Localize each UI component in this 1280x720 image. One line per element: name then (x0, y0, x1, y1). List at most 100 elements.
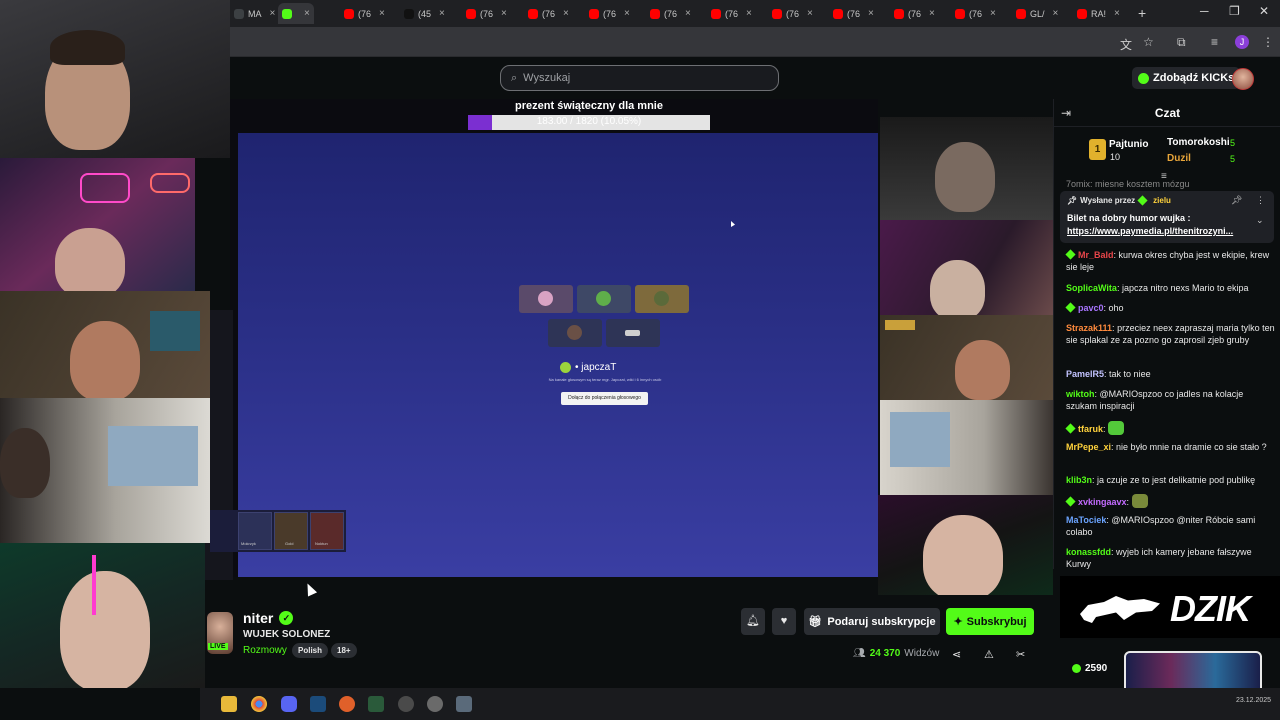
settings-gear-icon[interactable] (456, 696, 472, 712)
webcam-feed (878, 495, 1053, 595)
settings-icon[interactable] (427, 696, 443, 712)
share-icon[interactable]: ⋖ (952, 648, 961, 661)
chat-username[interactable]: wiktoh (1066, 389, 1095, 399)
browser-tab[interactable]: (76 × (829, 3, 878, 24)
notification-bell-button[interactable]: 🔔︎ (741, 608, 765, 635)
chat-username[interactable]: Strazak111 (1066, 323, 1112, 333)
close-tab-icon[interactable]: × (304, 8, 310, 19)
chat-message: PamelR5: tak to niee (1066, 369, 1151, 379)
close-tab-icon[interactable]: × (563, 8, 569, 19)
browser-tab[interactable]: (76 × (890, 3, 939, 24)
close-tab-icon[interactable]: × (685, 8, 691, 19)
browser-tab[interactable]: (76 × (585, 3, 634, 24)
close-tab-icon[interactable]: × (868, 8, 874, 19)
browser-tab[interactable]: MA × (230, 3, 279, 24)
gift-subscription-button[interactable]: 🎁︎ Podaruj subskrypcje (804, 608, 940, 635)
clip-icon[interactable]: ✂ (1016, 648, 1025, 661)
browser-tab[interactable]: (76 × (462, 3, 511, 24)
taskbar (200, 688, 1280, 720)
leaderboard-third-name[interactable]: Duzil (1167, 153, 1191, 164)
chat-message: wiktoh: @MARIOspzoo co jadles na kolacje… (1066, 389, 1244, 411)
extensions-icon[interactable]: ⧉ (1177, 35, 1186, 50)
close-tab-icon[interactable]: × (624, 8, 630, 19)
close-tab-icon[interactable]: × (990, 8, 996, 19)
channel-name[interactable]: niter ✓ (243, 610, 294, 626)
close-tab-icon[interactable]: × (270, 8, 276, 19)
browser-tab[interactable]: (76 × (524, 3, 573, 24)
browser-menu-icon[interactable]: ⋮ (1262, 35, 1274, 49)
more-options-icon[interactable]: ⋮ (1256, 195, 1265, 206)
media-control-icon[interactable]: ≡ (1211, 35, 1218, 49)
chrome-icon[interactable] (251, 696, 267, 712)
unpin-icon[interactable]: 📌︎ (1231, 195, 1242, 206)
chat-username[interactable]: SoplicaWita (1066, 283, 1117, 293)
subscribe-button[interactable]: ✦ Subskrybuj (946, 608, 1034, 635)
collapse-chat-icon[interactable]: ⇥ (1061, 106, 1071, 120)
pinned-link[interactable]: https://www.paymedia.pl/thenitrozyni... (1067, 226, 1267, 236)
close-window-icon[interactable]: ✕ (1259, 4, 1269, 18)
close-tab-icon[interactable]: × (929, 8, 935, 19)
new-tab-button[interactable]: + (1138, 5, 1146, 21)
close-tab-icon[interactable]: × (746, 8, 752, 19)
minimize-icon[interactable]: ─ (1200, 4, 1209, 18)
bell-icon: 🔔︎ (746, 615, 760, 627)
xbox-icon[interactable] (368, 696, 384, 712)
close-tab-icon[interactable]: × (379, 8, 385, 19)
chat-username[interactable]: MrPepe_xi (1066, 442, 1111, 452)
chat-username[interactable]: konassfdd (1066, 547, 1111, 557)
close-tab-icon[interactable]: × (1053, 8, 1059, 19)
close-tab-icon[interactable]: × (1114, 8, 1120, 19)
close-tab-icon[interactable]: × (501, 8, 507, 19)
follow-heart-button[interactable]: ♥ (772, 608, 796, 635)
pinned-message[interactable]: 📌︎ Wysłane przez zielu 📌︎ ⋮ ⌄ Bilet na d… (1060, 191, 1274, 243)
chat-username[interactable]: tfaruk (1078, 424, 1103, 434)
chat-username[interactable]: Mr_Bald (1078, 250, 1114, 260)
leaderboard-second-name[interactable]: Tomorokoshi (1167, 137, 1230, 148)
tab-label: (76 (542, 8, 556, 19)
leaderboard-first-name[interactable]: Pajtunio (1109, 139, 1148, 150)
browser-profile-avatar[interactable]: J (1235, 35, 1249, 49)
get-kicks-button[interactable]: Zdobądź KICKs (1132, 67, 1241, 89)
tab-label: RA! (1091, 8, 1107, 19)
obs-icon[interactable] (339, 696, 355, 712)
leaderboard-first-count: 10 (1110, 152, 1121, 162)
user-avatar[interactable] (1232, 68, 1254, 90)
browser-tab[interactable]: (76 × (340, 3, 389, 24)
search-input[interactable]: ⌕ Wyszukaj (500, 65, 779, 91)
tag-age-rating[interactable]: 18+ (331, 643, 357, 658)
participant-avatar (625, 330, 640, 336)
chat-username[interactable]: pavc0 (1078, 303, 1104, 313)
chat-message-text: ja czuje ze to jest delikatnie pod publi… (1097, 475, 1256, 485)
steam-icon[interactable] (310, 696, 326, 712)
chat-username[interactable]: PamelR5 (1066, 369, 1104, 379)
bookmark-star-icon[interactable]: ☆ (1143, 35, 1154, 49)
close-tab-icon[interactable]: × (439, 8, 445, 19)
report-icon[interactable]: ⚠ (984, 648, 994, 661)
app-icon[interactable] (398, 696, 414, 712)
kicks-balance[interactable]: 2590 (1072, 663, 1107, 674)
file-explorer-icon[interactable] (221, 696, 237, 712)
browser-tab[interactable]: (76 × (646, 3, 695, 24)
browser-tab[interactable]: (76 × (951, 3, 1000, 24)
participant-avatar (596, 291, 611, 306)
chat-username[interactable]: xvkingaavx (1078, 497, 1127, 507)
tag-language[interactable]: Polish (292, 643, 329, 658)
stream-title: WUJEK SOLONEZ (243, 629, 331, 640)
chat-username[interactable]: klib3n (1066, 475, 1092, 485)
browser-tab[interactable]: (45 × (400, 3, 449, 24)
chat-username[interactable]: MaTociek (1066, 515, 1106, 525)
browser-tab[interactable]: × (278, 3, 314, 24)
restore-icon[interactable]: ❐ (1229, 4, 1240, 18)
streamer-figure (955, 340, 1010, 400)
browser-tab[interactable]: (76 × (707, 3, 756, 24)
translate-icon[interactable]: 文 (1120, 36, 1132, 53)
browser-tab[interactable]: (76 × (768, 3, 817, 24)
browser-tab[interactable]: GL/ × (1012, 3, 1062, 24)
chevron-down-icon[interactable]: ⌄ (1256, 215, 1264, 226)
close-tab-icon[interactable]: × (807, 8, 813, 19)
discord-icon[interactable] (281, 696, 297, 712)
voice-participant-tile (635, 285, 689, 313)
browser-tab[interactable]: RA! × (1073, 3, 1124, 24)
category-link[interactable]: Rozmowy (243, 645, 287, 656)
participant-avatar (567, 325, 582, 340)
